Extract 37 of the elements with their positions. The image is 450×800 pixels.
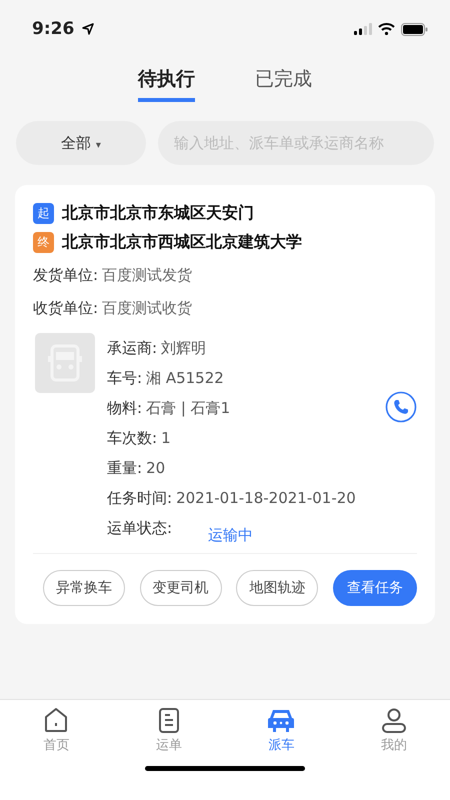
wifi-icon [378, 23, 395, 35]
location-arrow-icon [82, 23, 94, 35]
field-value: 石膏 | 石膏1 [146, 398, 230, 418]
field-label: 车次数: [107, 428, 158, 448]
action-button[interactable]: 异常换车 [43, 570, 125, 606]
field-label: 物料: [107, 398, 142, 418]
route-address: 北京市北京市东城区天安门 [62, 203, 254, 224]
field-label: 承运商: [107, 338, 158, 358]
tab[interactable]: 待执行 [138, 58, 195, 102]
field-label: 任务时间: [107, 488, 172, 508]
field-value: 湘 A51522 [146, 368, 224, 388]
route-tag: 起 [33, 203, 54, 224]
action-button[interactable]: 变更司机 [140, 570, 222, 606]
filter-dropdown[interactable]: 全部 ▾ [16, 121, 146, 165]
tab[interactable]: 已完成 [255, 58, 312, 102]
signal-icon [354, 23, 372, 35]
action-button[interactable]: 查看任务 [332, 570, 417, 606]
field-label: 收货单位: [33, 298, 98, 318]
field-value: 刘辉明 [161, 338, 206, 358]
action-button[interactable]: 地图轨迹 [236, 570, 318, 606]
field-value: 2021-01-18-2021-01-20 [176, 489, 356, 507]
field-value: 百度测试收货 [102, 298, 192, 318]
field-label: 重量: [107, 458, 142, 478]
status-time: 9:26 [32, 19, 74, 39]
field-value: 运输中 [207, 524, 254, 546]
battery-icon [401, 22, 428, 36]
field-value: 1 [161, 429, 171, 447]
person-icon [380, 706, 408, 734]
route-tag: 终 [33, 232, 54, 253]
field-label: 发货单位: [33, 266, 98, 284]
route-address: 北京市北京市西城区北京建筑大学 [62, 232, 302, 253]
field-value: 20 [146, 459, 166, 477]
field-label: 运单状态: [107, 518, 172, 538]
nav-item[interactable]: 派车 [225, 700, 338, 766]
field-value: 百度测试发货 [102, 266, 192, 284]
field-label: 车号: [107, 368, 142, 388]
phone-icon[interactable] [385, 391, 417, 423]
